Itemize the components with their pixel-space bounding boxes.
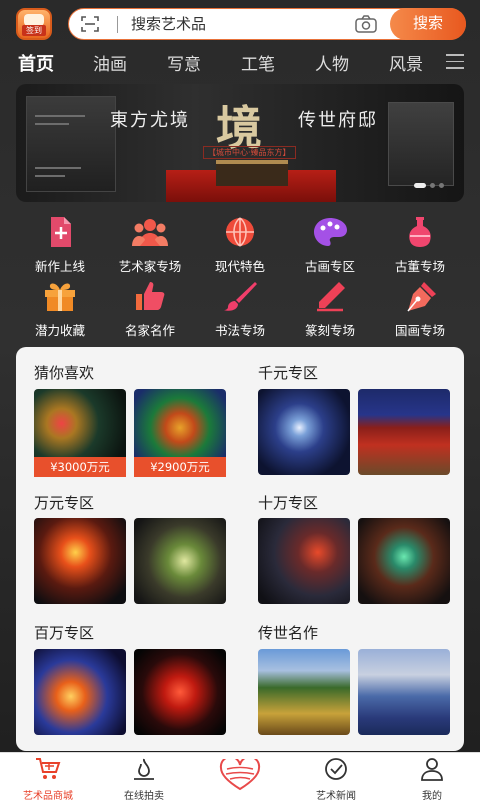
artwork-thumbnail[interactable] [34,518,126,604]
category-label: 篆刻专场 [304,323,355,338]
bottom-navigation: 艺术品商城 在线拍卖 艺术新闻 我的 [0,752,480,800]
artists-group-icon [132,219,168,246]
section-title[interactable]: 千元专区 [258,362,318,383]
price-tag: ¥3000万元 [34,457,126,477]
temple-gate-illustration [216,160,288,186]
category-potential[interactable]: 潜力收藏 [12,280,108,340]
price-tag: ¥2900万元 [134,457,226,477]
user-icon [421,758,443,781]
category-seal-carving[interactable]: 篆刻专场 [282,280,378,340]
search-button[interactable]: 搜索 [390,7,466,40]
tab-fine-brush[interactable]: 工笔 [241,50,275,75]
category-label: 艺术家专场 [118,259,182,274]
signin-label: 签到 [22,25,46,36]
brush-icon [224,282,257,311]
nav-art-news[interactable]: 艺术新闻 [288,757,384,800]
palette-icon [314,218,347,246]
signin-button[interactable]: 签到 [16,8,52,40]
nav-label: 艺术新闻 [316,791,356,800]
artwork-thumbnail[interactable] [258,389,350,475]
menu-icon[interactable] [446,54,464,70]
camera-icon[interactable] [355,15,377,33]
banner-text-left: 東方尤境 [110,110,190,131]
top-bar: 签到 搜索 [0,0,480,46]
artwork-thumbnail[interactable] [258,518,350,604]
artwork-thumbnail[interactable] [34,649,126,735]
tab-home[interactable]: 首页 [18,50,54,76]
section-title[interactable]: 百万专区 [34,622,94,643]
category-chinese-painting[interactable]: 国画专场 [372,280,468,340]
vase-icon [409,217,431,247]
tab-freehand[interactable]: 写意 [167,50,201,75]
category-label: 国画专场 [394,323,445,338]
pen-icon [317,282,345,312]
globe-icon [226,217,254,247]
category-label: 新作上线 [34,259,85,274]
category-calligraphy[interactable]: 书法专场 [192,280,288,340]
category-modern[interactable]: 现代特色 [192,216,288,276]
category-ancient-painting[interactable]: 古画专区 [282,216,378,276]
nav-art-mall[interactable]: 艺术品商城 [0,757,96,800]
nav-profile[interactable]: 我的 [384,757,480,800]
thumbs-up-icon [136,282,165,310]
category-new-works[interactable]: 新作上线 [12,216,108,276]
section-title[interactable]: 万元专区 [34,492,94,513]
category-artists[interactable]: 艺术家专场 [102,216,198,276]
artwork-thumbnail[interactable] [358,389,450,475]
check-circle-icon [325,758,347,780]
nav-label: 我的 [422,791,442,800]
tab-landscape[interactable]: 风景 [389,50,423,75]
artwork-thumbnail[interactable] [258,649,350,735]
category-label: 书法专场 [214,323,265,338]
category-label: 名家名作 [124,323,175,338]
section-title[interactable]: 十万专区 [258,492,318,513]
new-doc-icon [51,217,71,247]
artwork-thumbnail[interactable] [358,649,450,735]
nav-auction[interactable]: 在线拍卖 [96,757,192,800]
category-label: 古画专区 [304,259,355,274]
category-antique[interactable]: 古董专场 [372,216,468,276]
banner-artwork-left [26,96,116,192]
category-tabs: 首页 油画 写意 工笔 人物 风景 [0,48,480,78]
tab-figure[interactable]: 人物 [315,50,349,75]
auction-icon [134,758,154,780]
nav-favorites[interactable] [192,755,288,797]
gift-box-icon [45,283,75,311]
category-label: 古董专场 [394,259,445,274]
category-masters[interactable]: 名家名作 [102,280,198,340]
heart-icon [219,755,261,791]
banner-subtitle: 【城市中心·臻品东方】 [203,146,296,159]
category-label: 现代特色 [214,259,265,274]
artwork-sections-card: 猜你喜欢 ¥3000万元 ¥2900万元 千元专区 万元专区 十万专区 百万专区… [16,347,464,751]
fountain-pen-icon [407,282,436,312]
search-divider [117,16,118,33]
artwork-thumbnail[interactable] [358,518,450,604]
tab-oil-painting[interactable]: 油画 [93,50,127,75]
scan-icon[interactable] [81,16,99,32]
promo-banner[interactable]: 東方尤境 境 传世府邸 【城市中心·臻品东方】 [16,84,464,202]
banner-text-right: 传世府邸 [298,110,378,131]
artwork-thumbnail[interactable] [134,518,226,604]
section-title[interactable]: 猜你喜欢 [34,362,94,383]
search-input[interactable] [131,9,351,39]
nav-label: 在线拍卖 [124,791,164,800]
category-label: 潜力收藏 [34,323,85,338]
artwork-thumbnail[interactable] [134,649,226,735]
carousel-indicator[interactable] [410,173,444,192]
shopping-cart-icon [36,758,61,779]
section-title[interactable]: 传世名作 [258,622,318,643]
search-bar[interactable]: 搜索 [68,7,466,40]
nav-label: 艺术品商城 [23,791,73,800]
